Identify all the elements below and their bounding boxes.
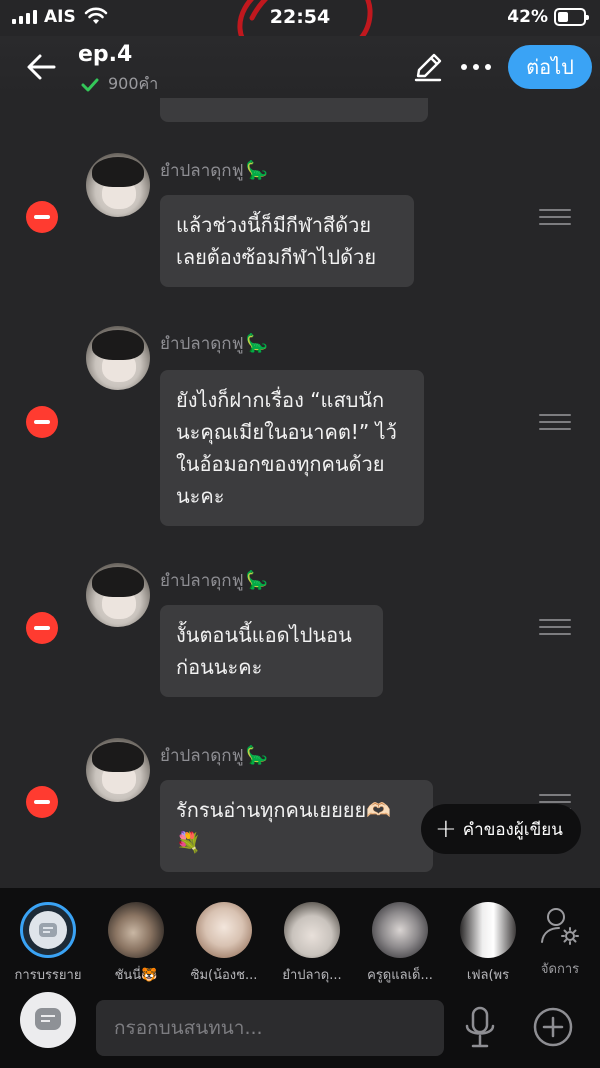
chat-header: ep.4 900คำ ต่อไป xyxy=(0,36,600,98)
episode-title: ep.4 xyxy=(78,42,133,67)
avatar xyxy=(86,326,150,390)
word-count-label: 900คำ xyxy=(108,74,159,93)
character-narrator[interactable]: การบรรยาย xyxy=(6,902,90,985)
message-line: ในอ้อมอกของทุกคนด้วย xyxy=(176,452,385,476)
user-settings-icon xyxy=(541,908,579,945)
dinosaur-emoji-icon: 🦕 xyxy=(245,745,269,766)
message-line: ก่อนนะคะ xyxy=(176,655,263,679)
character-item[interactable]: ยำปลาดุ... xyxy=(270,902,354,985)
author-note-button[interactable]: + คำของผู้เขียน xyxy=(421,804,581,854)
remove-message-button[interactable] xyxy=(26,406,58,438)
dinosaur-emoji-icon: 🦕 xyxy=(245,160,269,181)
sender-name: ยำปลาดุกฟู 🦕 xyxy=(160,745,269,766)
message-icon xyxy=(35,1008,61,1030)
message-bubble[interactable]: ยังไงก็ฝากเรื่อง “แสบนัก นะคุณเมียในอนาค… xyxy=(160,370,424,526)
remove-message-button[interactable] xyxy=(26,201,58,233)
avatar xyxy=(460,902,516,958)
avatar xyxy=(86,563,150,627)
manage-characters-button[interactable]: จัดการ xyxy=(530,906,590,979)
message-line: เลยต้องซ้อมกีฬาไปด้วย xyxy=(176,245,377,269)
avatar xyxy=(284,902,340,958)
message-line: แล้วช่วงนี้ก็มีกีฬาสีด้วย xyxy=(176,213,372,237)
character-label: เฟล(พร xyxy=(466,968,510,983)
drag-handle-icon[interactable] xyxy=(539,414,571,432)
input-bar xyxy=(0,988,600,1068)
avatar xyxy=(86,738,150,802)
sender-name: ยำปลาดุกฟู 🦕 xyxy=(160,570,269,591)
status-bar: AIS 22:54 42% xyxy=(0,0,600,36)
character-item[interactable]: เฟล(พร xyxy=(446,902,530,985)
remove-message-button[interactable] xyxy=(26,612,58,644)
character-label: ซิม(น้องช... xyxy=(190,968,258,983)
previous-message-bubble[interactable] xyxy=(160,98,428,122)
message-line: ยังไงก็ฝากเรื่อง “แสบนัก xyxy=(176,388,385,412)
chat-list: ยำปลาดุกฟู 🦕 แล้วช่วงนี้ก็มีกีฬาสีด้วย เล… xyxy=(0,98,600,888)
message-bubble[interactable]: งั้นตอนนี้แอดไปนอน ก่อนนะคะ xyxy=(160,605,383,697)
message-line: งั้นตอนนี้แอดไปนอน xyxy=(176,623,352,647)
message-bubble[interactable]: แล้วช่วงนี้ก็มีกีฬาสีด้วย เลยต้องซ้อมกีฬ… xyxy=(160,195,414,287)
narrator-avatar xyxy=(20,902,76,958)
message-icon xyxy=(39,923,57,937)
sender-name: ยำปลาดุกฟู 🦕 xyxy=(160,333,269,354)
author-note-label: คำของผู้เขียน xyxy=(462,819,563,840)
message-line: นะคะ xyxy=(176,484,225,508)
sender-name: ยำปลาดุกฟู 🦕 xyxy=(160,160,269,181)
battery-percent: 42% xyxy=(507,7,548,27)
battery-icon xyxy=(554,8,589,26)
more-dots-icon[interactable] xyxy=(456,54,496,80)
drag-handle-icon[interactable] xyxy=(539,209,571,227)
narration-toggle-button[interactable] xyxy=(20,992,76,1048)
message-input[interactable] xyxy=(96,1000,444,1056)
avatar xyxy=(196,902,252,958)
check-icon xyxy=(81,78,99,91)
character-label: ยำปลาดุ... xyxy=(282,968,342,983)
app-root: AIS 22:54 42% ep.4 900คำ ต่อไป ยำปลาดุกฟ… xyxy=(0,0,600,1068)
back-arrow-icon[interactable] xyxy=(22,49,62,85)
next-button[interactable]: ต่อไป xyxy=(508,45,592,89)
dinosaur-emoji-icon: 🦕 xyxy=(245,570,269,591)
character-item[interactable]: ชันนี่🐯 xyxy=(94,902,178,985)
pencil-icon[interactable] xyxy=(410,52,446,84)
manage-label: จัดการ xyxy=(540,962,580,977)
character-label: ครูดูแลเด็... xyxy=(367,968,433,983)
message-bubble[interactable]: รักรนอ่านทุกคนเยยยย🫶🏻 💐 xyxy=(160,780,433,872)
message-line: รักรนอ่านทุกคนเยยยย🫶🏻 xyxy=(176,798,392,822)
character-item[interactable]: ครูดูแลเด็... xyxy=(358,902,442,985)
mic-icon[interactable] xyxy=(462,1004,498,1052)
word-count: 900คำ xyxy=(80,72,158,97)
drag-handle-icon[interactable] xyxy=(539,619,571,637)
character-label: การบรรยาย xyxy=(14,968,82,983)
dinosaur-emoji-icon: 🦕 xyxy=(245,333,269,354)
plus-icon: + xyxy=(435,814,457,844)
character-bar: การบรรยาย ชันนี่🐯 ซิม(น้องช... ยำปลาดุ..… xyxy=(0,888,600,988)
avatar xyxy=(86,153,150,217)
message-line: 💐 xyxy=(176,830,201,854)
avatar xyxy=(108,902,164,958)
character-label: ชันนี่🐯 xyxy=(114,968,158,983)
plus-circle-icon[interactable] xyxy=(532,1006,574,1048)
avatar xyxy=(372,902,428,958)
message-line: นะคุณเมียในอนาคต!” ไว้ xyxy=(176,420,397,444)
character-item[interactable]: ซิม(น้องช... xyxy=(182,902,266,985)
remove-message-button[interactable] xyxy=(26,786,58,818)
